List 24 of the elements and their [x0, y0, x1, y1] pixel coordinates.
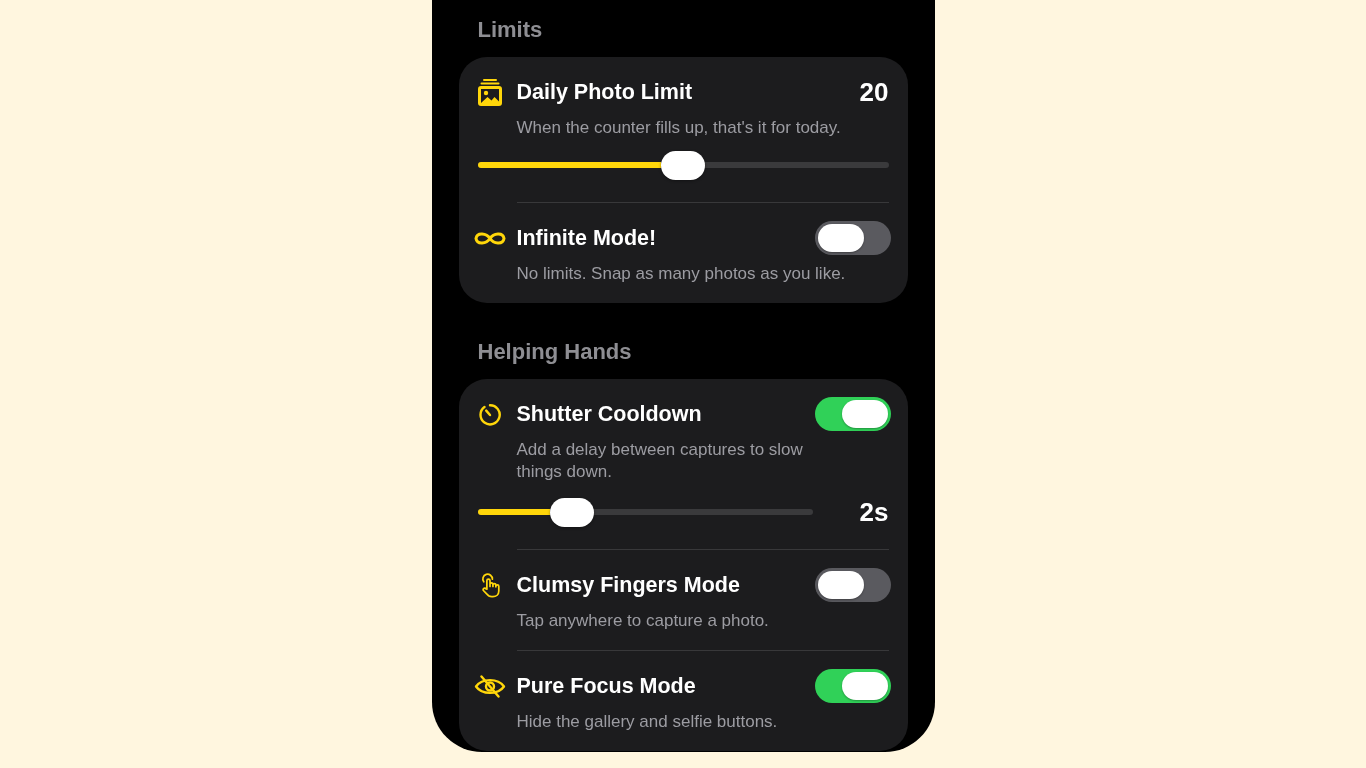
setting-value: 20	[859, 77, 889, 107]
photo-stack-icon	[477, 78, 502, 106]
setting-title: Daily Photo Limit	[516, 79, 693, 105]
section-heading: Helping Hands	[477, 339, 632, 365]
slider-thumb[interactable]	[550, 497, 595, 527]
section-heading: Limits	[477, 17, 543, 43]
setting-description: Add a delay between captures to slow things down.	[516, 439, 804, 483]
toggle-switch[interactable]	[814, 397, 891, 431]
timer-icon	[477, 402, 502, 426]
toggle-switch[interactable]	[814, 221, 891, 255]
setting-description: Hide the gallery and selfie buttons.	[516, 711, 778, 733]
setting-description: When the counter fills up, that's it for today.	[516, 117, 841, 139]
eye-slash-icon	[473, 674, 506, 698]
setting-title: Clumsy Fingers Mode	[516, 572, 740, 598]
setting-title: Infinite Mode!	[516, 225, 657, 251]
setting-description: No limits. Snap as many photos as you like.	[516, 263, 846, 285]
slider-thumb[interactable]	[661, 150, 705, 180]
setting-description: Tap anywhere to capture a photo.	[516, 610, 769, 632]
toggle-switch[interactable]	[814, 568, 891, 602]
setting-value: 2s	[859, 497, 889, 527]
setting-title: Shutter Cooldown	[516, 401, 702, 427]
infinity-icon	[473, 229, 506, 247]
toggle-switch[interactable]	[814, 669, 891, 703]
setting-title: Pure Focus Mode	[516, 673, 696, 699]
